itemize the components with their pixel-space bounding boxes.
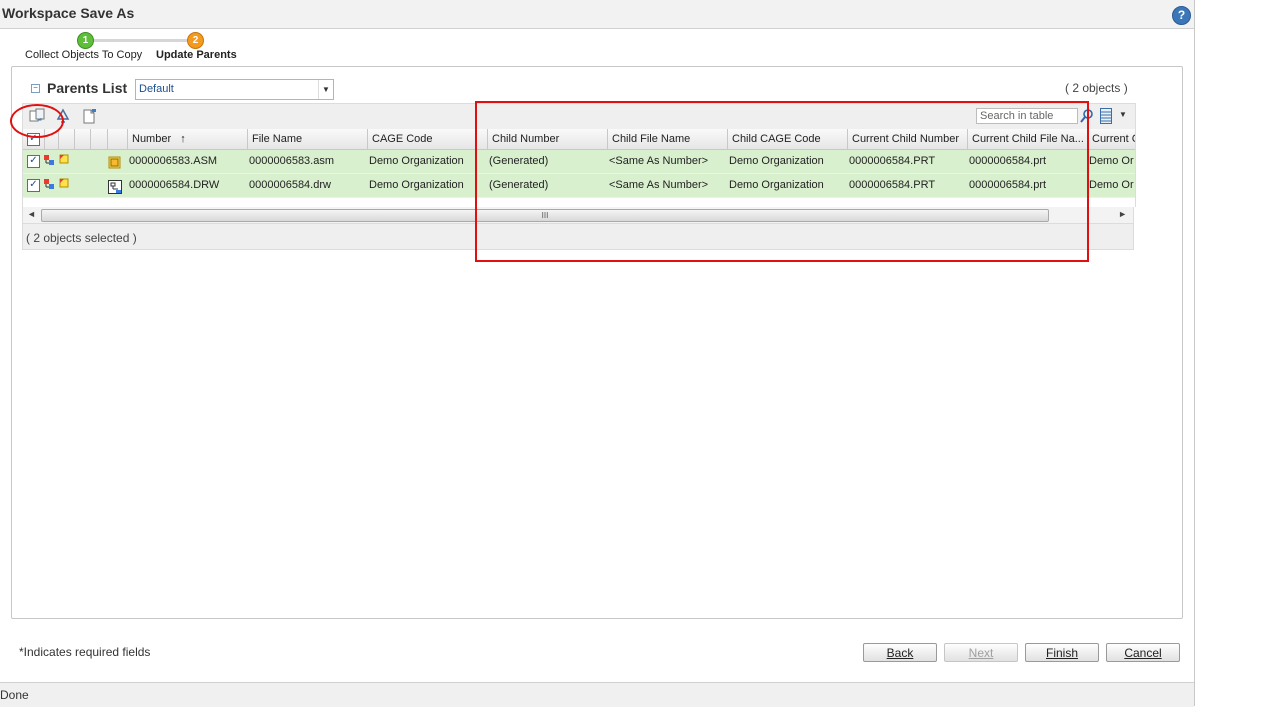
column-menu-chevron-icon[interactable]: ▼ (1119, 110, 1127, 119)
select-all-header: ✓ (23, 129, 44, 149)
next-button[interactable]: Next (944, 643, 1018, 662)
cell-number[interactable]: 0000006584.DRW (123, 174, 243, 197)
cell-number[interactable]: 0000006583.ASM (123, 150, 243, 173)
view-select-value: Default (139, 83, 174, 95)
cell-file-name[interactable]: 0000006583.asm (243, 150, 363, 173)
header-spacer (44, 129, 58, 149)
cell-current-child-file-name[interactable]: 0000006584.prt (963, 150, 1083, 173)
cell-child-cage-code[interactable]: Demo Organization (723, 150, 843, 173)
header-spacer (58, 129, 74, 149)
step-update-parents[interactable]: Update Parents (156, 49, 237, 61)
cell-current-c[interactable]: Demo Or (1083, 150, 1135, 173)
cell-cage-code[interactable]: Demo Organization (363, 174, 483, 197)
step-collect-objects[interactable]: Collect Objects To Copy (25, 49, 142, 61)
scroll-left-icon[interactable]: ◄ (27, 209, 36, 219)
recycle-icon[interactable] (55, 108, 71, 124)
workspace-save-as-window: Workspace Save As ? 1 2 Collect Objects … (0, 0, 1195, 707)
parents-list-title: Parents List (47, 80, 128, 96)
cell-child-file-name[interactable]: <Same As Number> (603, 174, 723, 197)
drawing-icon (108, 180, 122, 194)
parents-table: ✓ Number ↑ File Name CAGE Code Child Num… (22, 129, 1136, 207)
column-header-cage-code[interactable]: CAGE Code (367, 129, 487, 149)
table-row[interactable]: ✓ 0000006584.DRW 0000006584.drw Demo Org… (23, 174, 1135, 198)
scrollbar-thumb[interactable]: III (41, 209, 1049, 222)
modified-status-icon (59, 154, 69, 164)
header-spacer (107, 129, 127, 149)
cell-current-child-file-name[interactable]: 0000006584.prt (963, 174, 1083, 197)
window-title: Workspace Save As (2, 5, 135, 21)
cell-current-child-number[interactable]: 0000006584.PRT (843, 150, 963, 173)
step-1-icon[interactable]: 1 (77, 32, 94, 49)
object-count: ( 2 objects ) (1065, 81, 1128, 95)
sort-ascending-icon[interactable]: ↑ (180, 133, 186, 145)
new-document-icon[interactable] (81, 108, 97, 124)
cell-child-number[interactable]: (Generated) (483, 150, 603, 173)
column-header-current-c[interactable]: Current C (1087, 129, 1135, 149)
cell-current-c[interactable]: Demo Or (1083, 174, 1135, 197)
cell-current-child-number[interactable]: 0000006584.PRT (843, 174, 963, 197)
cell-child-number[interactable]: (Generated) (483, 174, 603, 197)
header-spacer (74, 129, 90, 149)
collapse-icon[interactable]: − (31, 84, 40, 93)
modified-status-icon (59, 178, 69, 188)
selected-count: ( 2 objects selected ) (26, 231, 137, 245)
column-header-number[interactable]: Number ↑ (127, 129, 247, 149)
table-toolbar (22, 103, 1136, 130)
column-header-current-child-file-name[interactable]: Current Child File Na... (967, 129, 1087, 149)
status-bar: Done (0, 682, 1194, 707)
column-header-child-cage-code[interactable]: Child CAGE Code (727, 129, 847, 149)
wizard-progress-line (85, 39, 195, 42)
cell-child-file-name[interactable]: <Same As Number> (603, 150, 723, 173)
select-all-checkbox[interactable]: ✓ (27, 133, 40, 146)
table-row[interactable]: ✓ 0000006583.ASM 0000006583.asm Demo Org… (23, 150, 1135, 174)
column-settings-icon[interactable] (1100, 108, 1112, 124)
header-spacer (90, 129, 107, 149)
help-icon[interactable]: ? (1172, 6, 1191, 25)
step-2-icon[interactable]: 2 (187, 32, 204, 49)
table-search-input[interactable] (976, 108, 1078, 124)
column-header-child-number[interactable]: Child Number (487, 129, 607, 149)
column-header-child-file-name[interactable]: Child File Name (607, 129, 727, 149)
back-button[interactable]: Back (863, 643, 937, 662)
chevron-down-icon[interactable]: ▼ (318, 80, 333, 99)
horizontal-scrollbar[interactable]: ◄ III ► (22, 207, 1134, 224)
cell-child-cage-code[interactable]: Demo Organization (723, 174, 843, 197)
row-checkbox[interactable]: ✓ (27, 155, 40, 168)
required-fields-note: *Indicates required fields (19, 645, 151, 659)
column-header-file-name[interactable]: File Name (247, 129, 367, 149)
replace-icon[interactable] (29, 108, 45, 124)
table-header: ✓ Number ↑ File Name CAGE Code Child Num… (23, 129, 1135, 150)
assembly-icon (108, 156, 121, 169)
scroll-right-icon[interactable]: ► (1118, 209, 1127, 219)
status-text: Done (0, 688, 29, 702)
title-bar: Workspace Save As ? (0, 0, 1194, 29)
search-icon[interactable] (1080, 108, 1094, 124)
finish-button[interactable]: Finish (1025, 643, 1099, 662)
cell-cage-code[interactable]: Demo Organization (363, 150, 483, 173)
table-footer: ( 2 objects selected ) (22, 224, 1134, 250)
structure-icon (44, 179, 54, 189)
structure-icon (44, 155, 54, 165)
column-header-label: Number (132, 133, 172, 145)
row-checkbox[interactable]: ✓ (27, 179, 40, 192)
column-header-current-child-number[interactable]: Current Child Number (847, 129, 967, 149)
cancel-button[interactable]: Cancel (1106, 643, 1180, 662)
cell-file-name[interactable]: 0000006584.drw (243, 174, 363, 197)
view-select[interactable]: Default ▼ (135, 79, 334, 100)
